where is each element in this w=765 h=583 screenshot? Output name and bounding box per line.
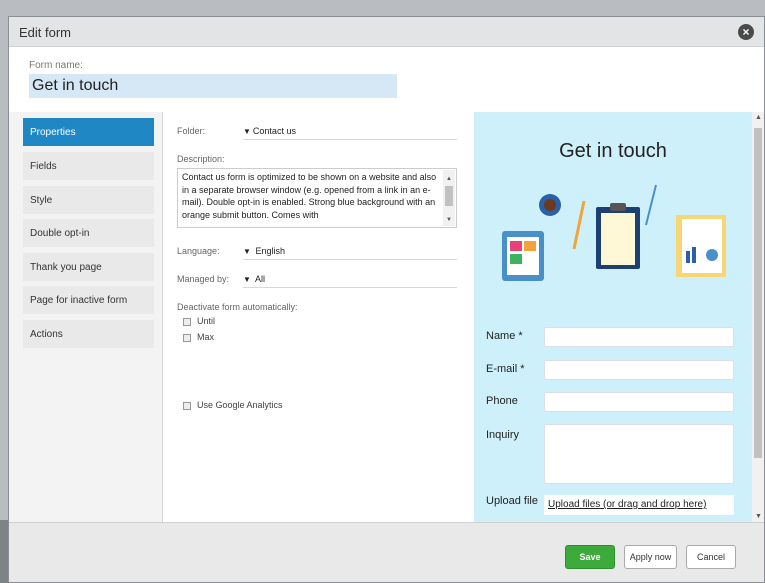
- sidebar-item-fields[interactable]: Fields: [23, 152, 154, 180]
- form-name-label: Form name:: [29, 60, 83, 71]
- tablet-block-green: [510, 254, 522, 264]
- form-preview: Get in touch Name * E-mail * Phone Inqui…: [474, 112, 764, 522]
- preview-inquiry-textarea[interactable]: [544, 424, 734, 484]
- report-bar-2: [692, 247, 696, 263]
- max-label: Max: [197, 332, 215, 342]
- dialog-title: Edit form: [19, 25, 72, 40]
- preview-phone-label: Phone: [486, 395, 518, 407]
- properties-panel: Folder: ▼ Contact us Description: Contact…: [163, 112, 474, 522]
- scroll-down-icon[interactable]: ▼: [755, 513, 762, 520]
- folder-label: Folder:: [177, 126, 206, 136]
- preview-title: Get in touch: [559, 140, 667, 162]
- folder-select[interactable]: ▼ Contact us: [243, 126, 457, 140]
- dialog-titlebar: Edit form ×: [9, 17, 764, 47]
- scroll-up-icon[interactable]: ▲: [755, 114, 762, 121]
- tablet-block-orange: [524, 241, 536, 251]
- preview-email-input[interactable]: [544, 360, 734, 380]
- sidebar-item-actions[interactable]: Actions: [23, 320, 154, 348]
- preview-upload-link[interactable]: Upload files (or drag and drop here): [544, 495, 734, 515]
- preview-phone-input[interactable]: [544, 392, 734, 412]
- save-button[interactable]: Save: [565, 545, 615, 569]
- apply-now-button[interactable]: Apply now: [624, 545, 677, 569]
- description-text: Contact us form is optimized to be shown…: [182, 172, 437, 220]
- scroll-thumb[interactable]: [445, 186, 453, 206]
- deactivate-label: Deactivate form automatically:: [177, 302, 298, 312]
- pencil-icon: [572, 200, 586, 250]
- preview-email-label: E-mail *: [486, 363, 525, 375]
- sidebar-item-properties[interactable]: Properties: [23, 118, 154, 146]
- language-select[interactable]: ▼ English: [243, 246, 457, 260]
- clipboard-clip: [610, 203, 626, 211]
- preview-inquiry-label: Inquiry: [486, 429, 520, 441]
- folder-value: Contact us: [252, 126, 296, 136]
- form-name-input[interactable]: [29, 74, 397, 98]
- cancel-button[interactable]: Cancel: [686, 545, 736, 569]
- until-label: Until: [197, 316, 216, 326]
- preview-name-input[interactable]: [544, 327, 734, 347]
- caret-down-icon: ▼: [243, 275, 251, 284]
- caret-down-icon: ▼: [243, 247, 251, 256]
- max-checkbox[interactable]: [183, 334, 191, 342]
- google-analytics-label: Use Google Analytics: [197, 400, 283, 410]
- scroll-down-icon[interactable]: ▼: [446, 214, 452, 227]
- managed-by-value: All: [254, 274, 265, 284]
- dialog-body: Properties Fields Style Double opt-in Th…: [9, 112, 764, 522]
- until-checkbox[interactable]: [183, 318, 191, 326]
- scroll-thumb[interactable]: [754, 128, 762, 458]
- description-scrollbar[interactable]: ▲ ▼: [443, 170, 455, 226]
- caret-down-icon: ▼: [243, 127, 251, 136]
- report-pie-icon: [706, 249, 718, 261]
- sidebar-item-thank-you-page[interactable]: Thank you page: [23, 253, 154, 281]
- background-edge: [0, 0, 8, 583]
- preview-name-label: Name *: [486, 330, 523, 342]
- managed-by-select[interactable]: ▼ All: [243, 274, 457, 288]
- scroll-up-icon[interactable]: ▲: [446, 173, 452, 186]
- preview-scrollbar[interactable]: ▲ ▼: [752, 112, 764, 522]
- edit-form-dialog: Edit form × Form name: Properties Fields…: [8, 16, 765, 583]
- dialog-footer: Save Apply now Cancel: [9, 522, 764, 582]
- sidebar-item-style[interactable]: Style: [23, 186, 154, 214]
- close-icon[interactable]: ×: [738, 24, 754, 40]
- language-value: English: [255, 246, 285, 256]
- preview-upload-label: Upload file: [486, 495, 538, 507]
- google-analytics-checkbox[interactable]: [183, 402, 191, 410]
- background-shade: [0, 520, 8, 583]
- form-name-section: Form name:: [9, 48, 764, 112]
- sidebar-item-double-opt-in[interactable]: Double opt-in: [23, 219, 154, 247]
- contact-illustration: [502, 184, 726, 281]
- sidebar: Properties Fields Style Double opt-in Th…: [9, 112, 163, 522]
- report-bar-1: [686, 251, 690, 263]
- description-textarea[interactable]: Contact us form is optimized to be shown…: [177, 168, 457, 228]
- pen-icon: [645, 184, 657, 226]
- clipboard-paper: [601, 213, 635, 265]
- coffee-icon: [544, 199, 556, 211]
- managed-by-label: Managed by:: [177, 274, 230, 284]
- tablet-block-pink: [510, 241, 522, 251]
- language-label: Language:: [177, 246, 220, 256]
- sidebar-item-page-for-inactive-form[interactable]: Page for inactive form: [23, 286, 154, 314]
- report-paper: [682, 219, 722, 273]
- description-label: Description:: [177, 154, 225, 164]
